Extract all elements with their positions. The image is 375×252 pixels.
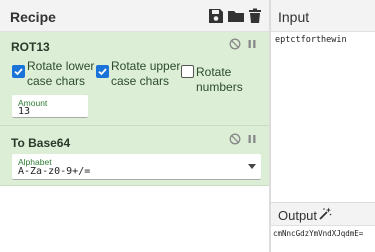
- rotate-lower-label-line2: case chars: [27, 74, 86, 88]
- input-textarea[interactable]: eptctforthewin: [271, 32, 375, 202]
- chevron-down-icon: [248, 164, 256, 169]
- input-title: Input: [278, 9, 310, 25]
- amount-value: 13: [18, 106, 31, 117]
- output-text[interactable]: cmNncGdzYmVndXJqdmE=: [271, 226, 375, 252]
- disable-icon[interactable]: [229, 38, 241, 50]
- folder-icon[interactable]: [227, 7, 245, 25]
- alphabet-select[interactable]: Alphabet A-Za-z0-9+/=: [12, 154, 261, 180]
- rotate-numbers-checkbox[interactable]: [181, 65, 194, 78]
- save-icon[interactable]: [207, 7, 225, 25]
- trash-icon[interactable]: [246, 7, 264, 25]
- checkmark-icon: [14, 68, 23, 76]
- recipe-title: Recipe: [10, 9, 56, 25]
- rotate-upper-label-line2: case chars: [111, 74, 170, 88]
- rotate-lower-checkbox[interactable]: [12, 65, 25, 78]
- amount-field[interactable]: Amount 13: [12, 95, 88, 118]
- input-header: Input: [271, 0, 375, 32]
- pause-icon[interactable]: [246, 38, 258, 50]
- rotate-upper-label-line1: Rotate upper: [111, 59, 181, 73]
- rotate-numbers-label: Rotate numbers: [196, 65, 243, 94]
- operation-rot13: ROT13 Rotate lower case chars Rotate upp…: [0, 32, 269, 126]
- recipe-header: Recipe: [0, 0, 269, 32]
- recipe-panel: Recipe ROT13 Rotate lower case chars Rot…: [0, 0, 269, 252]
- checkmark-icon: [98, 68, 107, 76]
- output-title: Output: [278, 208, 318, 223]
- alphabet-value: A-Za-z0-9+/=: [18, 166, 91, 177]
- output-header: Output: [271, 202, 375, 226]
- operation-title: ROT13: [11, 40, 50, 54]
- disable-icon[interactable]: [229, 133, 241, 145]
- rotate-lower-label-line1: Rotate lower: [27, 59, 95, 73]
- operation-to-base64: To Base64 Alphabet A-Za-z0-9+/=: [0, 126, 269, 186]
- magic-wand-icon[interactable]: [318, 207, 332, 221]
- rotate-upper-checkbox[interactable]: [96, 65, 109, 78]
- pause-icon[interactable]: [246, 133, 258, 145]
- operation-title: To Base64: [11, 136, 71, 150]
